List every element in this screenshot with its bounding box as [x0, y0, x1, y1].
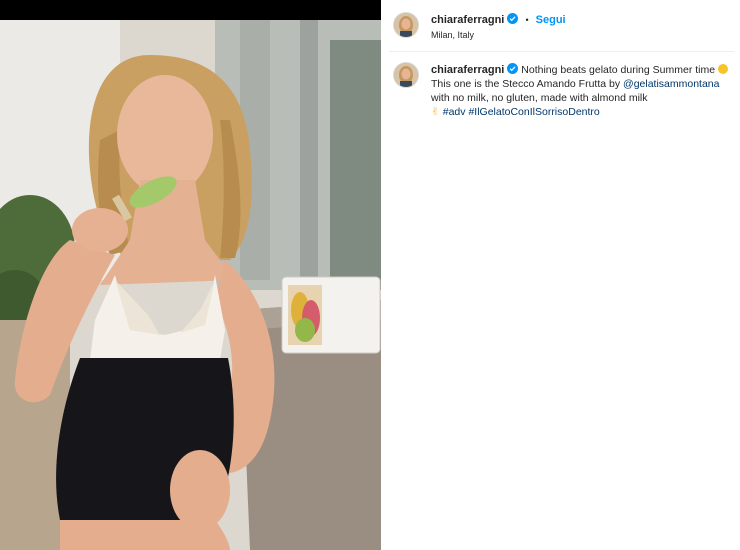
victory-hand-emoji-icon: ✌ [431, 106, 440, 118]
caption-text: chiaraferragni Nothing beats gelato duri… [431, 63, 736, 119]
author-username[interactable]: chiaraferragni [431, 14, 504, 26]
mention-link[interactable]: @gelatisammontana [623, 78, 719, 90]
avatar-image [394, 13, 418, 37]
author-avatar[interactable] [393, 12, 419, 38]
post-image [0, 0, 381, 550]
caption-line-1: Nothing beats gelato during Summer time [521, 64, 716, 76]
header-line: chiaraferragni • Segui [431, 13, 566, 26]
hashtag-adv[interactable]: #adv [443, 106, 466, 118]
verified-badge-icon [507, 13, 519, 24]
caption-username[interactable]: chiaraferragni [431, 64, 504, 76]
separator-dot: • [525, 15, 529, 25]
avatar-image [394, 63, 418, 87]
caption-line-3: with no milk, no gluten, made with almon… [431, 92, 648, 104]
caption-line-2: This one is the Stecco Amando Frutta by [431, 78, 621, 90]
header-divider [389, 51, 734, 52]
hashtag-gelato[interactable]: #IlGelatoConIlSorrisoDentro [468, 106, 599, 118]
caption-author-avatar[interactable] [393, 62, 419, 88]
post-location[interactable]: Milan, Italy [431, 30, 474, 40]
post-photo[interactable] [0, 0, 381, 550]
post-details-panel: chiaraferragni • Segui Milan, Italy chia… [381, 0, 740, 550]
post-header: chiaraferragni • Segui Milan, Italy [393, 12, 733, 44]
follow-button[interactable]: Segui [536, 14, 566, 26]
sun-emoji-icon [718, 64, 729, 74]
verified-badge-icon [507, 63, 519, 74]
